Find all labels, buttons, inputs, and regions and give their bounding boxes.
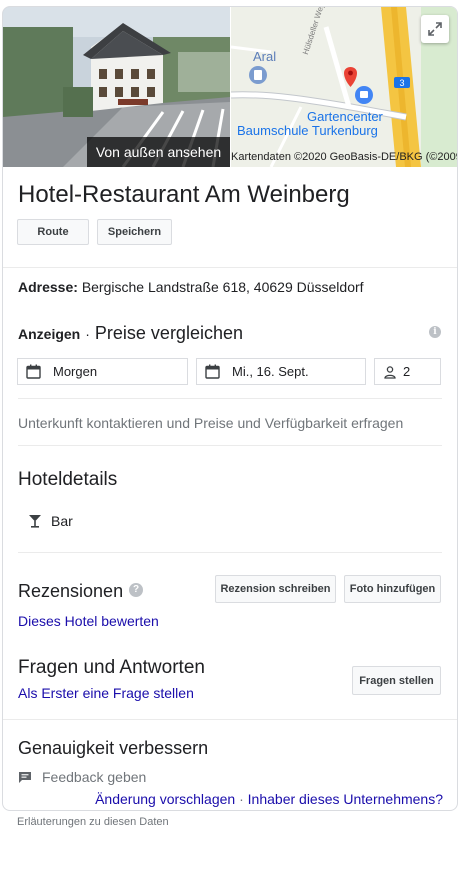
- links-separator: ·: [239, 791, 244, 807]
- ask-question-button[interactable]: Fragen stellen: [352, 666, 441, 695]
- calendar-icon: [26, 364, 41, 379]
- divider: [18, 445, 442, 446]
- place-title: Hotel-Restaurant Am Weinberg: [18, 181, 350, 208]
- calendar-icon: [205, 364, 220, 379]
- info-icon[interactable]: i: [429, 326, 441, 338]
- divider: [18, 398, 442, 399]
- price-compare-header: Anzeigen · Preise vergleichen: [18, 323, 243, 344]
- ask-first-link[interactable]: Als Erster eine Frage stellen: [18, 685, 194, 701]
- ads-label: Anzeigen: [18, 326, 81, 342]
- write-review-button[interactable]: Rezension schreiben: [215, 575, 336, 603]
- hotel-details-heading: Hoteldetails: [18, 469, 118, 490]
- map-label-station: Aral: [253, 49, 277, 64]
- address-label: Adresse:: [18, 279, 78, 295]
- amenity-item: Bar: [28, 513, 73, 529]
- owner-link[interactable]: Inhaber dieses Unternehmens?: [248, 791, 443, 807]
- save-button[interactable]: Speichern: [97, 219, 172, 245]
- checkin-date-field[interactable]: Morgen: [17, 358, 188, 385]
- street-view-photo[interactable]: Von außen ansehen: [3, 7, 230, 167]
- expand-map-button[interactable]: [421, 15, 449, 43]
- rate-hotel-link[interactable]: Dieses Hotel bewerten: [18, 613, 159, 629]
- contact-note: Unterkunft kontaktieren und Preise und V…: [18, 415, 404, 431]
- add-photo-button[interactable]: Foto hinzufügen: [344, 575, 441, 603]
- price-compare-heading: Preise vergleichen: [94, 323, 243, 343]
- divider: [3, 267, 457, 268]
- accuracy-heading: Genauigkeit verbessern: [18, 738, 209, 758]
- address-value: Bergische Landstraße 618, 40629 Düsseldo…: [81, 279, 364, 295]
- cocktail-icon: [29, 515, 41, 528]
- reviews-help-icon[interactable]: ?: [129, 583, 143, 597]
- reviews-heading: Rezensionen: [18, 581, 124, 601]
- ads-separator: ·: [85, 326, 90, 342]
- data-explanation-link[interactable]: Erläuterungen zu diesen Daten: [17, 816, 169, 828]
- accuracy-links: Änderung vorschlagen · Inhaber dieses Un…: [95, 791, 443, 807]
- feedback-label: Feedback geben: [42, 769, 147, 785]
- divider: [3, 719, 457, 720]
- address-row: Adresse: Bergische Landstraße 618, 40629…: [18, 279, 364, 295]
- checkout-date-value: Mi., 16. Sept.: [232, 364, 309, 379]
- knowledge-panel: Von außen ansehen Aral Hülsdeller Weg 3 …: [2, 6, 458, 811]
- route-button[interactable]: Route: [17, 219, 89, 245]
- map-route-number: 3: [399, 78, 405, 88]
- qa-heading: Fragen und Antworten: [18, 657, 205, 678]
- map-label-poi-line2: Baumschule Turkenburg: [237, 123, 378, 138]
- checkout-date-field[interactable]: Mi., 16. Sept.: [196, 358, 366, 385]
- checkin-date-value: Morgen: [53, 364, 98, 379]
- expand-icon: [428, 22, 442, 36]
- street-view-caption[interactable]: Von außen ansehen: [87, 137, 230, 167]
- suggest-edit-link[interactable]: Änderung vorschlagen: [95, 791, 235, 807]
- divider: [18, 552, 442, 553]
- hero-media: Von außen ansehen Aral Hülsdeller Weg 3 …: [3, 7, 457, 167]
- feedback-icon: [19, 771, 31, 783]
- map-credit: Kartendaten ©2020 GeoBasis-DE/BKG (©2009…: [231, 151, 457, 163]
- person-icon: [384, 365, 396, 379]
- location-map[interactable]: Aral Hülsdeller Weg 3 Gartencenter Baums…: [231, 7, 457, 167]
- guests-value: 2: [403, 364, 411, 379]
- guests-field[interactable]: 2: [374, 358, 441, 385]
- feedback-row[interactable]: Feedback geben: [18, 769, 146, 785]
- map-label-poi-line1: Gartencenter: [307, 109, 383, 124]
- amenity-bar: Bar: [51, 513, 73, 529]
